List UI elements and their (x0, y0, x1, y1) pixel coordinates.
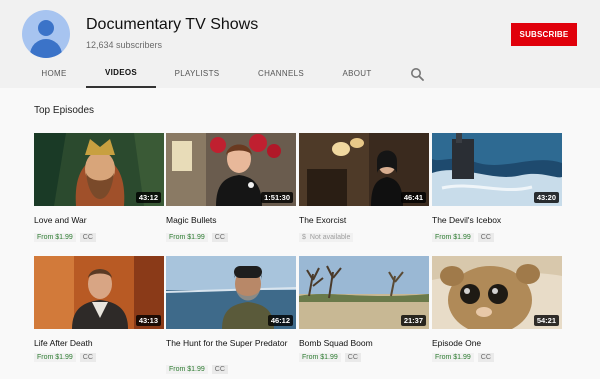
duration-badge: 43:13 (135, 315, 161, 326)
episode-thumbnail[interactable]: 1:51:30 (166, 133, 296, 206)
section-title: Top Episodes (34, 105, 95, 116)
tab-about[interactable]: ABOUT (336, 58, 378, 88)
cc-badge: CC (477, 233, 494, 242)
tab-channels[interactable]: CHANNELS (252, 58, 310, 88)
price-badge[interactable]: From $1.99 (166, 365, 208, 374)
channel-tabs: HOME VIDEOS PLAYLISTS CHANNELS ABOUT (0, 58, 600, 88)
episode-title[interactable]: Magic Bullets (166, 214, 294, 226)
duration-badge: 21:37 (400, 315, 426, 326)
episode-thumbnail[interactable]: 43:20 (432, 133, 562, 206)
episode-thumbnail[interactable]: 43:12 (34, 133, 164, 206)
tab-videos[interactable]: VIDEOS (86, 58, 156, 88)
cc-badge: CC (79, 233, 96, 242)
price-badge[interactable]: From $1.99 (166, 233, 208, 242)
price-row: From $1.99 CC (166, 233, 228, 242)
episode-thumbnail[interactable]: 46:12 (166, 256, 296, 329)
channel-header: Documentary TV Shows 12,634 subscribers … (0, 0, 600, 88)
price-badge[interactable]: From $1.99 (34, 353, 76, 362)
channel-avatar[interactable] (22, 10, 70, 58)
episode-title[interactable]: Bomb Squad Boom (299, 337, 427, 349)
episode-thumbnail[interactable]: 43:13 (34, 256, 164, 329)
availability-text: Not available (309, 234, 351, 241)
episode-title[interactable]: The Exorcist (299, 214, 427, 226)
episode-title[interactable]: Life After Death (34, 337, 162, 349)
cc-badge: CC (211, 365, 228, 374)
price-row: From $1.99 CC (34, 233, 96, 242)
search-icon[interactable] (410, 67, 424, 81)
price-row: From $1.99 CC (299, 353, 361, 362)
tab-home[interactable]: HOME (34, 58, 74, 88)
price-row: From $1.99 CC (432, 353, 494, 362)
episode-thumbnail[interactable]: 21:37 (299, 256, 429, 329)
episode-title[interactable]: Love and War (34, 214, 162, 226)
duration-badge: 46:41 (400, 192, 426, 203)
episode-title[interactable]: The Hunt for the Super Predator (166, 337, 294, 349)
episode-title[interactable]: Episode One (432, 337, 560, 349)
unavailable-badge: $ Not available (299, 233, 354, 242)
avatar-head (38, 20, 54, 36)
cc-badge: CC (79, 353, 96, 362)
price-badge[interactable]: From $1.99 (432, 233, 474, 242)
price-badge[interactable]: From $1.99 (299, 353, 341, 362)
duration-badge: 54:21 (533, 315, 559, 326)
tab-playlists[interactable]: PLAYLISTS (168, 58, 226, 88)
subscriber-count: 12,634 subscribers (86, 40, 163, 50)
episode-thumbnail[interactable]: 46:41 (299, 133, 429, 206)
cc-badge: CC (344, 353, 361, 362)
episode-thumbnail[interactable]: 54:21 (432, 256, 562, 329)
avatar-body (30, 39, 62, 58)
price-symbol: $ (302, 234, 306, 241)
price-row: From $1.99 CC (432, 233, 494, 242)
duration-badge: 46:12 (267, 315, 293, 326)
episode-title[interactable]: The Devil's Icebox (432, 214, 560, 226)
price-badge[interactable]: From $1.99 (432, 353, 474, 362)
price-row: $ Not available (299, 233, 354, 242)
duration-badge: 43:20 (533, 192, 559, 203)
duration-badge: 43:12 (135, 192, 161, 203)
price-row: From $1.99 CC (34, 353, 96, 362)
price-badge[interactable]: From $1.99 (34, 233, 76, 242)
price-row: From $1.99 CC (166, 365, 228, 374)
cc-badge: CC (211, 233, 228, 242)
cc-badge: CC (477, 353, 494, 362)
subscribe-button[interactable]: SUBSCRIBE (511, 23, 577, 46)
duration-badge: 1:51:30 (261, 192, 293, 203)
channel-name: Documentary TV Shows (86, 16, 259, 33)
